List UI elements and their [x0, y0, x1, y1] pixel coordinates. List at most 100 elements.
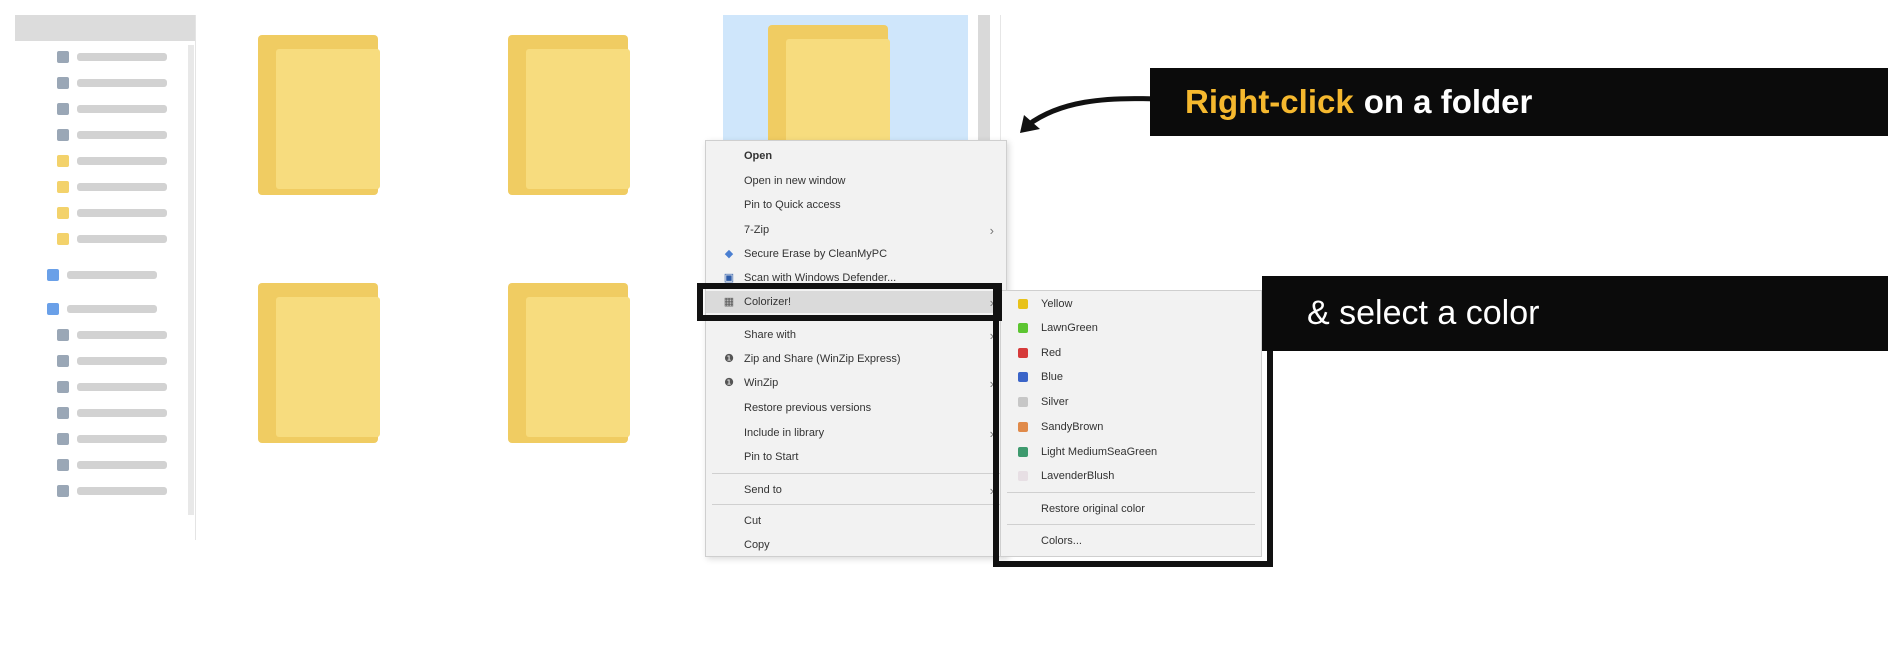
nav-item[interactable]	[57, 457, 167, 473]
folder-item[interactable]	[258, 35, 388, 215]
nav-item-label	[77, 383, 167, 391]
navigation-pane-header	[15, 15, 195, 41]
nav-item[interactable]	[47, 301, 157, 317]
menu-item-label: Pin to Start	[744, 451, 799, 463]
onedrive-icon	[47, 269, 59, 281]
nav-item-label	[67, 271, 157, 279]
nav-item-label	[77, 53, 167, 61]
nav-item[interactable]	[57, 75, 167, 91]
menu-item-pin-start[interactable]: Pin to Start	[706, 446, 1006, 468]
documents-icon	[57, 77, 69, 89]
nav-item-label	[77, 183, 167, 191]
menu-item-label: Open in new window	[744, 175, 846, 187]
folder-front	[526, 49, 630, 189]
menu-item-label: Pin to Quick access	[744, 199, 841, 211]
menu-separator	[712, 473, 1000, 474]
menu-item-label: Restore previous versions	[744, 402, 872, 414]
downloads-icon	[57, 381, 69, 393]
menu-item-label: Cut	[744, 515, 762, 527]
menu-item-secure-erase[interactable]: ◆ Secure Erase by CleanMyPC	[706, 243, 1006, 265]
folder-icon	[57, 233, 69, 245]
menu-item-restore-previous[interactable]: Restore previous versions	[706, 397, 1006, 419]
callout-text: on a folder	[1363, 83, 1533, 120]
nav-item-label	[77, 409, 167, 417]
folder-front	[526, 297, 630, 437]
nav-item[interactable]	[57, 483, 167, 499]
colorizer-highlight-frame	[697, 283, 1002, 321]
nav-item-label	[77, 235, 167, 243]
folder-item[interactable]	[258, 283, 388, 463]
nav-item-label	[77, 105, 167, 113]
folder-icon	[57, 181, 69, 193]
nav-item[interactable]	[57, 179, 167, 195]
nav-item[interactable]	[47, 267, 157, 283]
desktop-icon	[57, 51, 69, 63]
nav-item-label	[77, 157, 167, 165]
menu-item-label: WinZip	[744, 377, 779, 389]
downloads-icon	[57, 103, 69, 115]
winzip-icon: ❶	[724, 353, 734, 365]
nav-item[interactable]	[57, 205, 167, 221]
callout-text: & select a color	[1307, 294, 1540, 332]
nav-item[interactable]	[57, 327, 167, 343]
desktop-icon	[57, 329, 69, 341]
nav-item[interactable]	[57, 379, 167, 395]
menu-item-include-library[interactable]: Include in library ›	[706, 422, 1006, 444]
nav-item-label	[77, 487, 167, 495]
folder-icon	[57, 207, 69, 219]
menu-item-pin-quick-access[interactable]: Pin to Quick access	[706, 194, 1006, 216]
navigation-pane	[15, 15, 196, 540]
videos-icon	[57, 459, 69, 471]
pictures-icon	[57, 129, 69, 141]
nav-item-label	[77, 331, 167, 339]
music-icon	[57, 407, 69, 419]
nav-item[interactable]	[57, 127, 167, 143]
callout-right-click: Right-click on a folder	[1150, 68, 1888, 136]
menu-item-label: Copy	[744, 539, 770, 551]
nav-item[interactable]	[57, 405, 167, 421]
menu-item-winzip[interactable]: ❶ WinZip ›	[706, 372, 1006, 394]
this-pc-icon	[47, 303, 59, 315]
nav-item-label	[77, 461, 167, 469]
nav-item[interactable]	[57, 431, 167, 447]
callout-select-color: & select a color	[1262, 276, 1888, 351]
winzip-icon: ❶	[724, 377, 734, 389]
menu-item-copy[interactable]: Copy	[706, 534, 1006, 556]
menu-item-label: Include in library	[744, 427, 825, 439]
menu-item-label: Share with	[744, 329, 796, 341]
nav-item[interactable]	[57, 101, 167, 117]
navigation-scrollbar[interactable]	[188, 45, 194, 515]
menu-item-open-new-window[interactable]: Open in new window	[706, 170, 1006, 192]
menu-item-label: Open	[744, 150, 773, 162]
menu-item-zip-and-share[interactable]: ❶ Zip and Share (WinZip Express)	[706, 348, 1006, 370]
folder-item[interactable]	[508, 35, 638, 215]
nav-item[interactable]	[57, 49, 167, 65]
pictures-icon	[57, 433, 69, 445]
menu-item-send-to[interactable]: Send to ›	[706, 479, 1006, 501]
menu-item-label: Secure Erase by CleanMyPC	[744, 248, 888, 260]
menu-item-label: Send to	[744, 484, 782, 496]
nav-item-label	[77, 357, 167, 365]
menu-item-7zip[interactable]: 7-Zip ›	[706, 219, 1006, 241]
submenu-highlight-frame	[993, 283, 1273, 567]
menu-separator	[712, 504, 1000, 505]
menu-item-label: Zip and Share (WinZip Express)	[744, 353, 901, 365]
menu-item-open[interactable]: Open	[706, 145, 1006, 167]
context-menu: Open Open in new window Pin to Quick acc…	[705, 140, 1007, 557]
folder-front	[276, 49, 380, 189]
nav-item[interactable]	[57, 353, 167, 369]
menu-item-share-with[interactable]: Share with ›	[706, 324, 1006, 346]
menu-item-label: 7-Zip	[744, 224, 770, 236]
nav-item-label	[67, 305, 157, 313]
folder-item[interactable]	[508, 283, 638, 463]
nav-item[interactable]	[57, 231, 167, 247]
nav-item-label	[77, 79, 167, 87]
nav-item-label	[77, 209, 167, 217]
menu-item-cut[interactable]: Cut	[706, 510, 1006, 532]
nav-item[interactable]	[57, 153, 167, 169]
folder-front	[276, 297, 380, 437]
chevron-right-icon: ›	[989, 222, 994, 238]
nav-item-label	[77, 131, 167, 139]
folder-front	[786, 39, 890, 149]
folder-icon	[57, 155, 69, 167]
